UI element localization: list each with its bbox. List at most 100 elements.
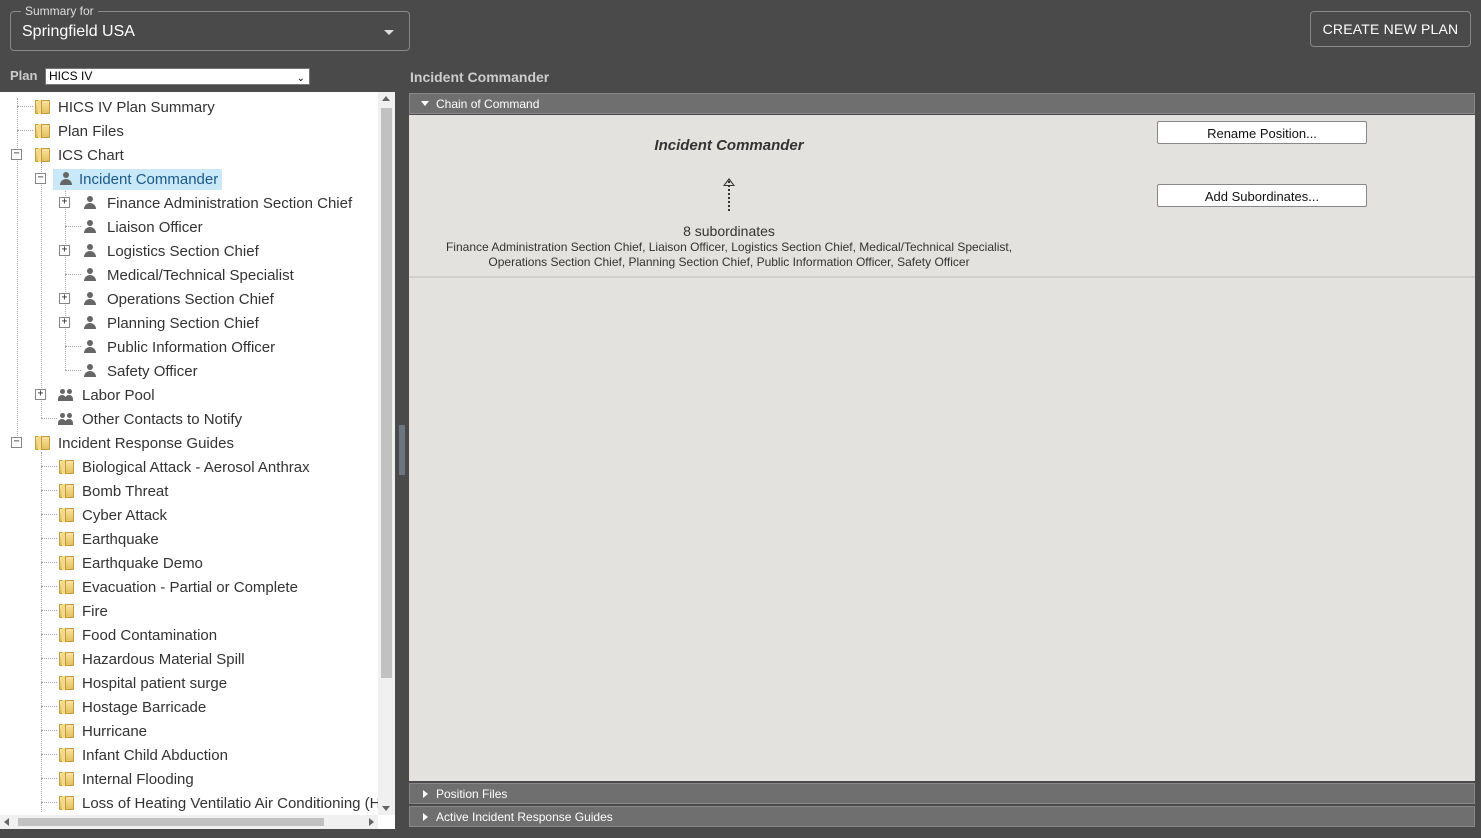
chain-of-command-section: Incident Commander 8 subordinates Financ… — [409, 115, 1475, 278]
tree-horizontal-scrollbar[interactable] — [0, 815, 378, 829]
active-incident-response-guides-header[interactable]: Active Incident Response Guides — [409, 806, 1475, 827]
chain-of-command-header[interactable]: Chain of Command — [409, 93, 1475, 114]
person-icon — [83, 220, 97, 234]
folder-icon — [59, 748, 74, 762]
folder-icon — [35, 100, 50, 114]
tree-item-finance-chief[interactable]: Finance Administration Section Chief — [83, 191, 356, 215]
person-icon — [59, 172, 73, 186]
triangle-down-icon — [421, 101, 429, 106]
scroll-right-icon[interactable] — [369, 818, 374, 826]
rename-position-button[interactable]: Rename Position... — [1157, 121, 1367, 144]
tree-item-guide[interactable]: Hazardous Material Spill — [59, 647, 249, 671]
person-icon — [83, 244, 97, 258]
tree-vertical-scrollbar[interactable] — [378, 92, 395, 815]
tree-item-guide[interactable]: Internal Flooding — [59, 767, 198, 791]
tree-item-guide[interactable]: Cyber Attack — [59, 503, 171, 527]
person-icon — [83, 268, 97, 282]
tree-item-guide[interactable]: Evacuation - Partial or Complete — [59, 575, 302, 599]
add-subordinates-button[interactable]: Add Subordinates... — [1157, 184, 1367, 207]
tree-item-guide[interactable]: Earthquake Demo — [59, 551, 207, 575]
tree-item-incident-commander[interactable]: Incident Commander — [53, 167, 223, 191]
folder-icon — [59, 724, 74, 738]
plan-tree[interactable]: − − + + + + + − HICS IV Plan Summary Pla… — [0, 92, 395, 829]
scroll-thumb[interactable] — [18, 818, 324, 826]
tree-item-guide[interactable]: Bomb Threat — [59, 479, 172, 503]
folder-icon — [59, 772, 74, 786]
tree-item-plan-summary[interactable]: HICS IV Plan Summary — [35, 95, 219, 119]
scroll-left-icon[interactable] — [4, 818, 9, 826]
folder-icon — [59, 652, 74, 666]
tree-item-medical-specialist[interactable]: Medical/Technical Specialist — [83, 263, 298, 287]
folder-icon — [35, 148, 50, 162]
folder-icon — [35, 124, 50, 138]
plan-select[interactable]: HICS IV ⌄ — [45, 68, 310, 85]
tree-item-guide[interactable]: Earthquake — [59, 527, 163, 551]
position-files-header[interactable]: Position Files — [409, 783, 1475, 804]
expand-logistics-icon[interactable]: + — [59, 245, 70, 256]
people-icon — [58, 412, 74, 426]
folder-icon — [59, 580, 74, 594]
person-icon — [83, 316, 97, 330]
person-icon — [83, 292, 97, 306]
folder-icon — [59, 460, 74, 474]
tree-item-guide[interactable]: Loss of Heating Ventilatio Air Condition… — [59, 791, 385, 815]
folder-icon — [59, 556, 74, 570]
folder-icon — [59, 508, 74, 522]
dotted-connector — [728, 181, 730, 211]
collapse-incident-guides-icon[interactable]: − — [11, 437, 22, 448]
expand-operations-icon[interactable]: + — [59, 293, 70, 304]
collapse-ics-chart-icon[interactable]: − — [11, 149, 22, 160]
create-new-plan-button[interactable]: CREATE NEW PLAN — [1310, 11, 1471, 47]
person-icon — [83, 196, 97, 210]
expand-finance-icon[interactable]: + — [59, 197, 70, 208]
expand-labor-pool-icon[interactable]: + — [35, 389, 46, 400]
plan-label: Plan — [10, 68, 38, 83]
plan-select-value: HICS IV — [49, 69, 93, 83]
folder-icon — [59, 532, 74, 546]
chevron-down-icon: ⌄ — [296, 73, 305, 84]
tree-item-liaison-officer[interactable]: Liaison Officer — [83, 215, 207, 239]
triangle-right-icon — [423, 813, 428, 821]
tree-item-guide[interactable]: Food Contamination — [59, 623, 221, 647]
collapse-incident-commander-icon[interactable]: − — [35, 173, 46, 184]
tree-item-guide[interactable]: Infant Child Abduction — [59, 743, 232, 767]
tree-item-labor-pool[interactable]: Labor Pool — [58, 383, 159, 407]
scroll-thumb[interactable] — [381, 108, 392, 678]
summary-for-label: Summary for — [21, 4, 98, 18]
page-title: Incident Commander — [410, 69, 550, 85]
folder-icon — [59, 676, 74, 690]
folder-icon — [59, 628, 74, 642]
tree-item-ics-chart[interactable]: ICS Chart — [35, 143, 128, 167]
tree-item-logistics-chief[interactable]: Logistics Section Chief — [83, 239, 263, 263]
scroll-up-icon[interactable] — [382, 96, 390, 101]
tree-item-safety-officer[interactable]: Safety Officer — [83, 359, 202, 383]
scroll-down-icon[interactable] — [382, 806, 390, 811]
position-name: Incident Commander — [654, 137, 804, 154]
tree-item-incident-response-guides[interactable]: Incident Response Guides — [35, 431, 238, 455]
tree-item-guide[interactable]: Fire — [59, 599, 112, 623]
caret-down-icon — [384, 30, 394, 35]
triangle-right-icon — [423, 790, 428, 798]
chain-of-command-panel: Incident Commander 8 subordinates Financ… — [409, 115, 1475, 781]
folder-icon — [59, 700, 74, 714]
folder-icon — [35, 436, 50, 450]
subordinate-count: 8 subordinates — [683, 223, 775, 239]
expand-planning-icon[interactable]: + — [59, 317, 70, 328]
tree-item-other-contacts[interactable]: Other Contacts to Notify — [58, 407, 246, 431]
summary-for-dropdown[interactable]: Summary for Springfield USA — [10, 4, 410, 51]
tree-item-planning-chief[interactable]: Planning Section Chief — [83, 311, 263, 335]
person-icon — [83, 340, 97, 354]
tree-item-plan-files[interactable]: Plan Files — [35, 119, 128, 143]
tree-item-public-information-officer[interactable]: Public Information Officer — [83, 335, 279, 359]
subordinate-list: Finance Administration Section Chief, Li… — [445, 240, 1013, 269]
people-icon — [58, 388, 74, 402]
summary-for-value: Springfield USA — [22, 23, 135, 40]
tree-item-operations-chief[interactable]: Operations Section Chief — [83, 287, 278, 311]
tree-item-guide[interactable]: Hospital patient surge — [59, 671, 231, 695]
folder-icon — [59, 796, 74, 810]
panel-splitter-handle[interactable] — [399, 425, 405, 475]
folder-icon — [59, 484, 74, 498]
tree-item-guide[interactable]: Hurricane — [59, 719, 151, 743]
tree-item-guide[interactable]: Biological Attack - Aerosol Anthrax — [59, 455, 314, 479]
tree-item-guide[interactable]: Hostage Barricade — [59, 695, 210, 719]
